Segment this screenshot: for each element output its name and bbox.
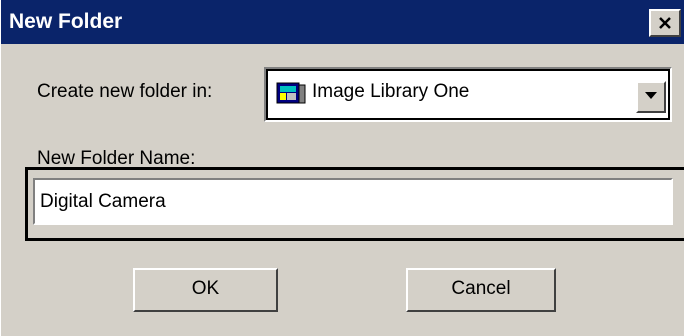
create-in-label: Create new folder in: [37, 81, 213, 102]
folder-name-input[interactable] [33, 178, 673, 225]
folder-location-dropdown[interactable]: Image Library One [264, 67, 672, 122]
ok-button[interactable]: OK [133, 268, 278, 312]
chevron-down-icon [645, 92, 657, 99]
cancel-button[interactable]: Cancel [406, 268, 556, 312]
image-library-icon [276, 82, 306, 104]
dropdown-selected-value: Image Library One [312, 81, 470, 102]
close-button[interactable] [649, 9, 681, 37]
new-folder-dialog: New Folder Create new folder in: Image L… [0, 0, 684, 336]
dialog-title: New Folder [9, 10, 123, 33]
dropdown-arrow-button[interactable] [636, 81, 666, 113]
title-bar: New Folder [1, 0, 684, 44]
close-icon [659, 17, 671, 29]
